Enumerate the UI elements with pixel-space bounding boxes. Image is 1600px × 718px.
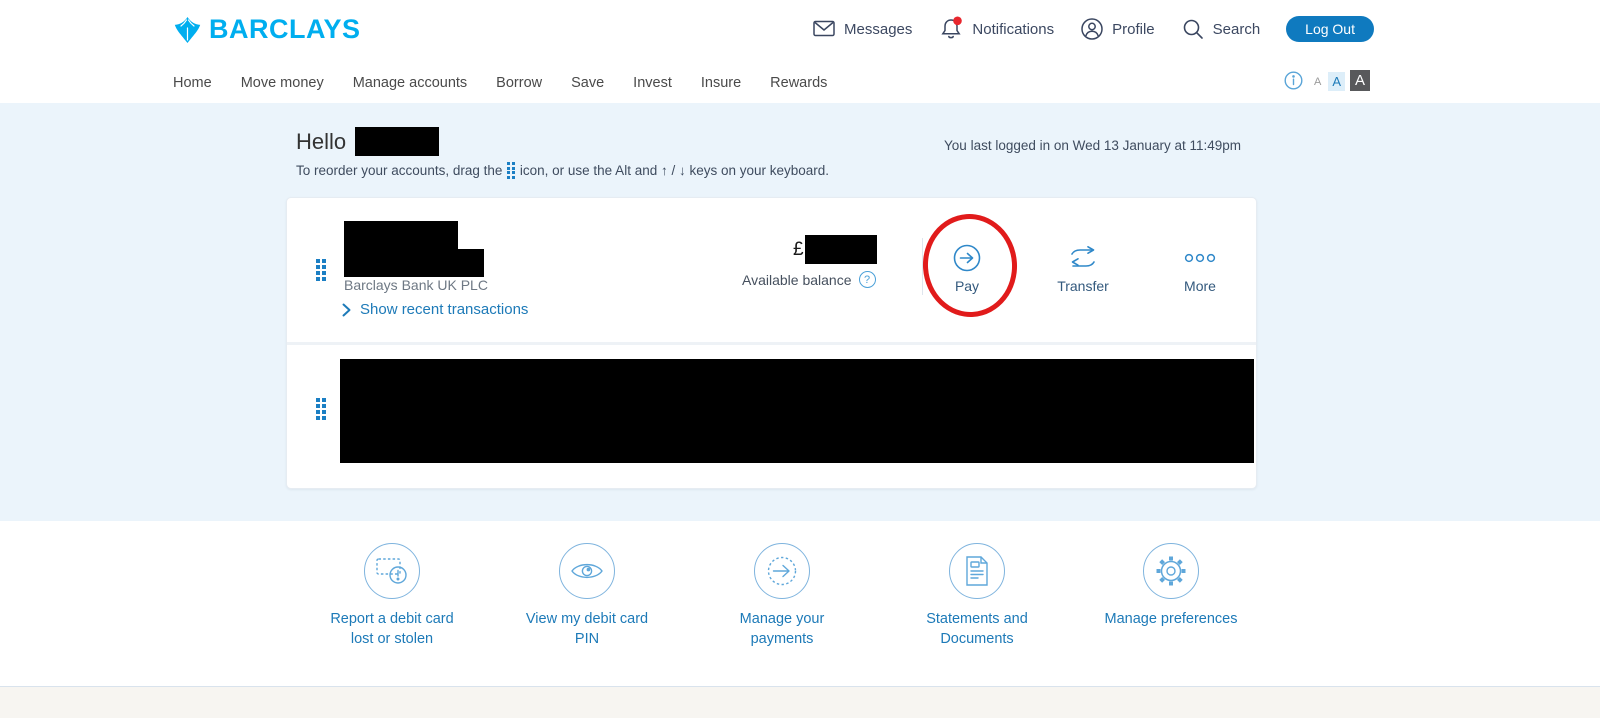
bank-name: Barclays Bank UK PLC — [344, 277, 488, 293]
view-debit-card-pin-button[interactable]: View my debit card PIN — [497, 543, 677, 649]
nav-item-save[interactable]: Save — [571, 75, 604, 91]
search-button[interactable]: Search — [1181, 17, 1261, 41]
reorder-hint: To reorder your accounts, drag the icon,… — [296, 162, 829, 179]
redacted-balance-value — [805, 235, 877, 264]
account-rows-divider — [287, 342, 1256, 345]
font-size-medium-button[interactable]: A — [1328, 72, 1345, 91]
more-dots-icon — [1184, 242, 1216, 274]
manage-payments-button[interactable]: Manage your payments — [692, 543, 872, 649]
accounts-card: Barclays Bank UK PLC Show recent transac… — [286, 197, 1257, 489]
drag-handle-account-2[interactable] — [316, 398, 326, 420]
notification-unread-dot — [954, 17, 963, 26]
font-size-small-button[interactable]: A — [1312, 74, 1323, 91]
nav-item-move-money[interactable]: Move money — [241, 75, 324, 91]
redacted-account-2 — [340, 359, 1254, 463]
greeting-text: Hello — [296, 129, 346, 155]
notifications-button[interactable]: Notifications — [938, 16, 1054, 42]
last-login-status: You last logged in on Wed 13 January at … — [944, 138, 1241, 153]
chevron-right-icon — [342, 303, 351, 317]
barclays-online-banking-page: BARCLAYS Messages — [0, 0, 1600, 718]
quick-actions-bar: Report a debit card lost or stolen View … — [0, 521, 1600, 686]
barclays-wordmark: BARCLAYS — [209, 14, 361, 45]
redacted-customer-name — [355, 127, 439, 156]
quick-action-label: Manage preferences — [1081, 609, 1261, 629]
manage-preferences-button[interactable]: Manage preferences — [1081, 543, 1261, 629]
drag-handle-account-1[interactable] — [316, 259, 326, 281]
pay-arrow-circle-icon — [953, 242, 981, 274]
balance-amount: £ — [793, 235, 877, 264]
page-footer — [0, 686, 1600, 718]
eye-icon — [559, 543, 615, 599]
more-button[interactable]: More — [1155, 242, 1245, 294]
document-icon — [949, 543, 1005, 599]
bell-icon — [938, 16, 964, 42]
search-label: Search — [1213, 21, 1261, 38]
main-nav: Home Move money Manage accounts Borrow S… — [0, 62, 1600, 103]
show-recent-transactions-label: Show recent transactions — [360, 301, 528, 318]
font-size-controls: A A A — [1312, 70, 1370, 91]
nav-item-borrow[interactable]: Borrow — [496, 75, 542, 91]
balance-label-row: Available balance ? — [742, 271, 876, 288]
nav-list: Home Move money Manage accounts Borrow S… — [173, 62, 827, 103]
transfer-arrows-icon — [1068, 242, 1098, 274]
quick-action-label: Manage your payments — [692, 609, 872, 649]
reorder-hint-after: icon, or use the Alt and ↑ / ↓ keys on y… — [520, 163, 829, 178]
nav-item-manage-accounts[interactable]: Manage accounts — [353, 75, 467, 91]
nav-item-rewards[interactable]: Rewards — [770, 75, 827, 91]
accounts-overview-content: Hello To reorder your accounts, drag the… — [0, 103, 1600, 521]
redacted-account-name — [344, 221, 458, 249]
quick-action-label: Report a debit card lost or stolen — [302, 609, 482, 649]
statements-documents-button[interactable]: Statements and Documents — [887, 543, 1067, 649]
more-label: More — [1184, 278, 1216, 294]
balance-help-icon[interactable]: ? — [859, 271, 876, 288]
font-size-large-button[interactable]: A — [1350, 70, 1370, 91]
log-out-button[interactable]: Log Out — [1286, 16, 1374, 42]
nav-item-invest[interactable]: Invest — [633, 75, 672, 91]
barclays-eagle-icon — [173, 16, 202, 44]
card-alert-icon — [364, 543, 420, 599]
search-icon — [1181, 17, 1205, 41]
transfer-label: Transfer — [1057, 278, 1109, 294]
drag-handle-icon-inline — [507, 162, 515, 179]
messages-button[interactable]: Messages — [812, 17, 912, 41]
quick-action-label: Statements and Documents — [887, 609, 1067, 649]
pay-button[interactable]: Pay — [922, 242, 1012, 294]
currency-symbol: £ — [793, 239, 804, 261]
transfer-button[interactable]: Transfer — [1038, 242, 1128, 294]
top-bar: BARCLAYS Messages — [0, 0, 1600, 62]
nav-item-insure[interactable]: Insure — [701, 75, 741, 91]
quick-action-label: View my debit card PIN — [497, 609, 677, 649]
messages-label: Messages — [844, 21, 912, 38]
greeting: Hello — [296, 127, 439, 156]
notifications-label: Notifications — [972, 21, 1054, 38]
profile-label: Profile — [1112, 21, 1155, 38]
show-recent-transactions-link[interactable]: Show recent transactions — [342, 301, 528, 318]
arrow-circle-icon — [754, 543, 810, 599]
gear-icon — [1143, 543, 1199, 599]
profile-icon — [1080, 17, 1104, 41]
envelope-icon — [812, 17, 836, 41]
info-icon[interactable] — [1284, 71, 1303, 90]
profile-button[interactable]: Profile — [1080, 17, 1155, 41]
nav-item-home[interactable]: Home — [173, 75, 212, 91]
redacted-account-number — [344, 249, 484, 277]
top-bar-actions: Messages Notifications — [812, 16, 1374, 42]
available-balance-label: Available balance — [742, 272, 852, 288]
report-debit-card-button[interactable]: Report a debit card lost or stolen — [302, 543, 482, 649]
barclays-logo[interactable]: BARCLAYS — [173, 14, 361, 45]
pay-label: Pay — [955, 278, 979, 294]
reorder-hint-before: To reorder your accounts, drag the — [296, 163, 502, 178]
accessibility-tools: A A A — [1284, 70, 1370, 91]
